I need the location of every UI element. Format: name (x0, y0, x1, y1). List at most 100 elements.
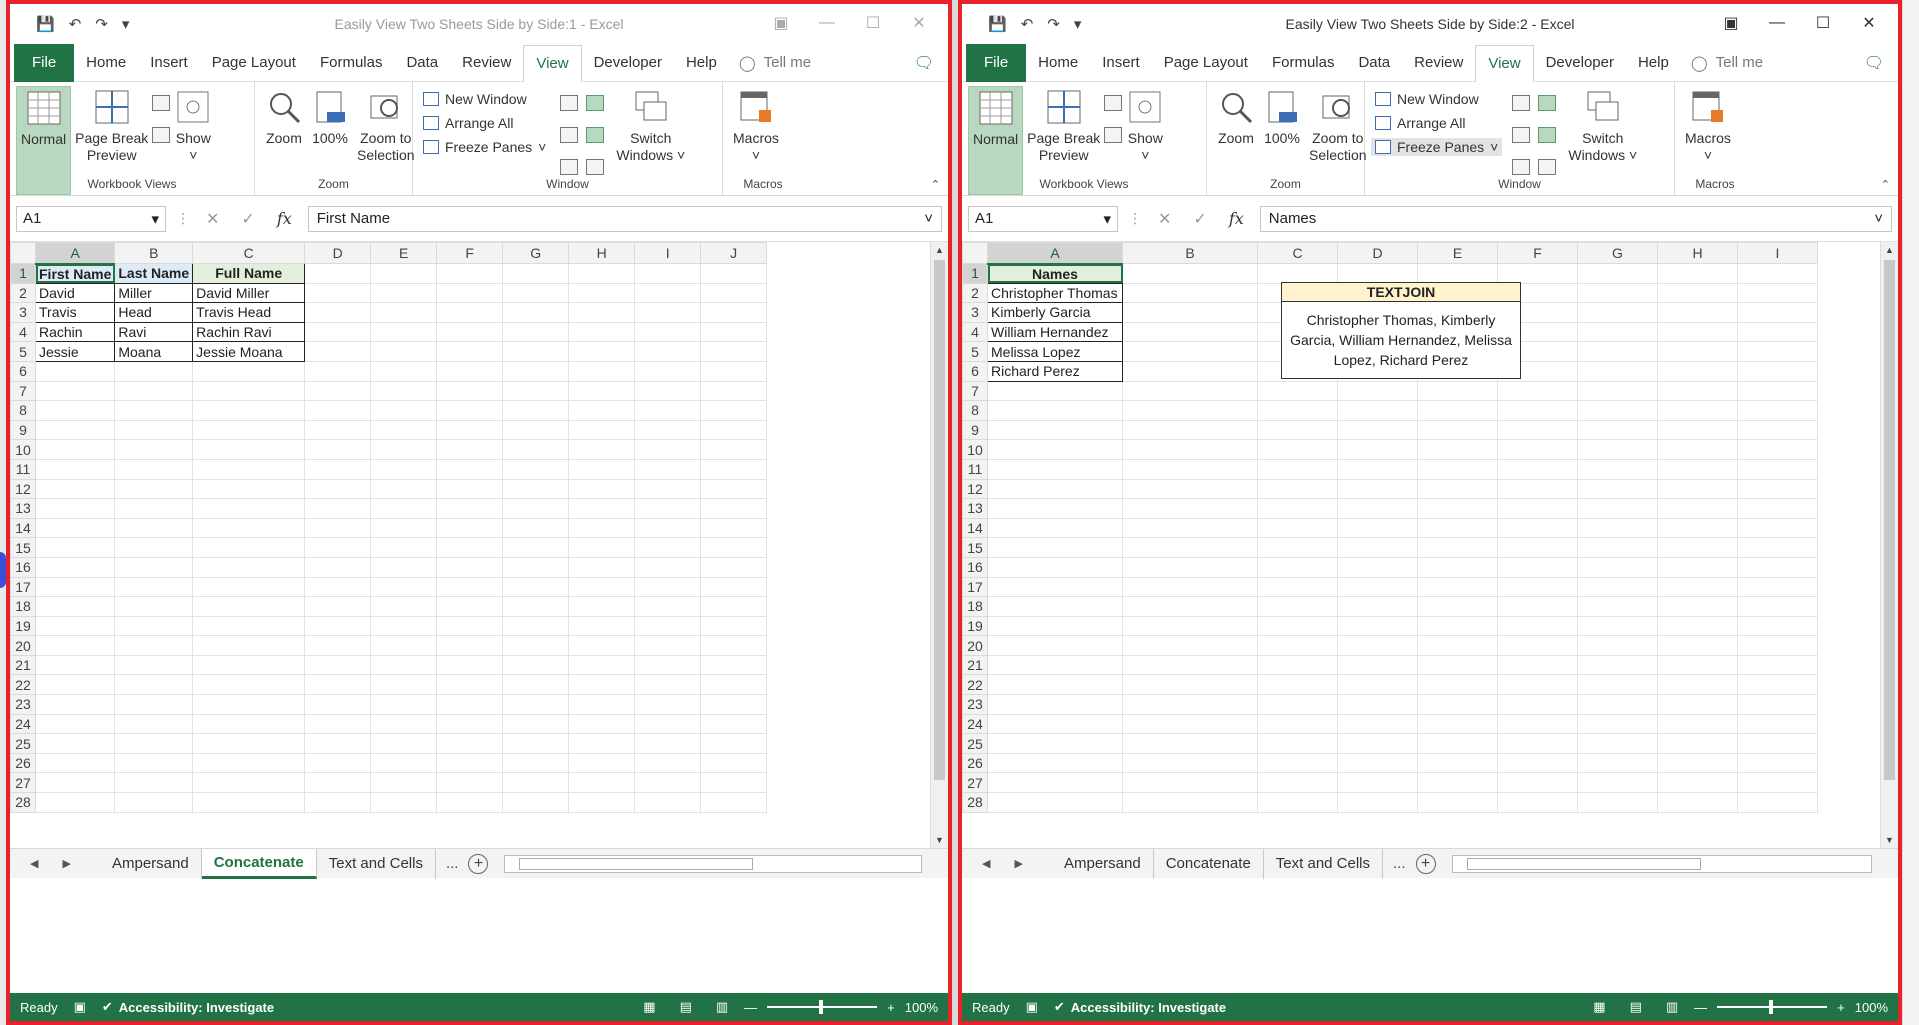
cell[interactable] (1257, 733, 1338, 754)
column-header[interactable]: A (987, 242, 1123, 265)
cell[interactable] (1417, 674, 1498, 696)
cell[interactable] (1497, 380, 1578, 402)
cell[interactable] (370, 360, 438, 382)
cell[interactable] (1737, 654, 1818, 676)
cell[interactable] (987, 792, 1123, 813)
cell[interactable] (436, 694, 504, 715)
name-box[interactable]: A1 ▾ (16, 205, 166, 232)
close-icon[interactable]: ✕ (896, 10, 942, 36)
cell[interactable] (502, 713, 570, 735)
normal-view-icon[interactable]: ▦ (1593, 999, 1605, 1015)
cell[interactable] (502, 596, 570, 617)
cell[interactable] (502, 654, 570, 676)
cell[interactable] (436, 360, 504, 382)
insert-function-icon[interactable]: fx (277, 209, 292, 229)
cell[interactable] (1577, 556, 1658, 578)
cell[interactable] (987, 556, 1123, 578)
cell[interactable] (1417, 792, 1498, 813)
cell[interactable] (700, 400, 768, 421)
cell[interactable] (1737, 752, 1818, 774)
cell[interactable] (1497, 537, 1578, 558)
cell[interactable] (370, 615, 438, 637)
cell[interactable] (1737, 576, 1818, 598)
cell[interactable] (114, 576, 194, 598)
scroll-thumb[interactable] (1884, 260, 1895, 780)
cell[interactable] (502, 439, 570, 460)
cell[interactable] (1122, 556, 1258, 578)
cell[interactable] (304, 400, 372, 421)
row-header[interactable]: 27 (962, 772, 988, 794)
cell[interactable] (114, 792, 194, 813)
cell[interactable] (1657, 360, 1738, 382)
cell[interactable] (1122, 498, 1258, 519)
row-header[interactable]: 9 (10, 419, 36, 441)
cell[interactable] (1337, 537, 1418, 558)
page-break-view-icon[interactable]: ▥ (716, 999, 728, 1015)
cell[interactable] (370, 635, 438, 656)
cell[interactable] (370, 517, 438, 539)
cell[interactable] (634, 537, 702, 558)
cell[interactable] (1122, 302, 1258, 323)
cell[interactable] (502, 263, 570, 284)
zoom-level[interactable]: 100% (905, 1000, 938, 1015)
custom-views-icon[interactable] (152, 127, 171, 143)
cell[interactable] (568, 263, 636, 284)
cell[interactable] (502, 302, 570, 323)
cell[interactable] (634, 478, 702, 500)
cell[interactable] (1417, 556, 1498, 578)
cell[interactable] (1657, 302, 1738, 323)
data-cell[interactable]: Jessie Moana (192, 341, 306, 362)
cell[interactable] (1122, 537, 1258, 558)
cell[interactable] (370, 654, 438, 676)
cell[interactable] (700, 517, 768, 539)
cell[interactable] (502, 752, 570, 774)
cell[interactable] (1257, 576, 1338, 598)
cell[interactable] (192, 733, 306, 754)
cell[interactable] (1577, 380, 1658, 402)
cell[interactable] (304, 733, 372, 754)
cell[interactable] (114, 478, 194, 500)
cell[interactable] (1497, 400, 1578, 421)
row-header[interactable]: 1 (962, 263, 988, 284)
cell[interactable] (1577, 400, 1658, 421)
cell[interactable] (114, 635, 194, 656)
cell[interactable] (114, 752, 194, 774)
column-header[interactable]: G (1577, 242, 1658, 264)
cell[interactable] (502, 321, 570, 343)
cell[interactable] (568, 733, 636, 754)
cell[interactable] (987, 713, 1123, 735)
prev-sheet-icon[interactable]: ◀ (30, 857, 38, 870)
cell[interactable] (634, 694, 702, 715)
data-cell[interactable]: Ravi (114, 321, 194, 343)
formula-input[interactable]: First Name ˅ (307, 205, 942, 232)
ribbon-display-icon[interactable]: ▣ (758, 10, 804, 36)
cell[interactable] (634, 458, 702, 480)
zoom-track[interactable] (767, 1000, 878, 1014)
cell[interactable] (304, 596, 372, 617)
menu-help[interactable]: Help (1626, 44, 1681, 82)
cell[interactable] (1417, 419, 1498, 441)
textjoin-box[interactable]: TEXTJOIN Christopher Thomas, Kimberly Ga… (1281, 282, 1521, 379)
cell[interactable] (1737, 321, 1818, 343)
cell[interactable] (1577, 360, 1658, 382)
cell[interactable] (987, 439, 1123, 460)
cell[interactable] (1497, 576, 1578, 598)
reset-window-position-icon[interactable] (1538, 159, 1557, 175)
cell[interactable] (1257, 713, 1338, 735)
cell[interactable] (568, 360, 636, 382)
row-header[interactable]: 24 (10, 713, 36, 735)
cell[interactable] (568, 752, 636, 774)
row-header[interactable]: 5 (10, 341, 36, 362)
cell[interactable] (192, 360, 306, 382)
cell[interactable] (568, 596, 636, 617)
cell[interactable] (370, 263, 438, 284)
cell[interactable] (34, 792, 116, 813)
cell[interactable] (370, 302, 438, 323)
column-header[interactable]: D (1337, 242, 1418, 264)
cell[interactable] (370, 341, 438, 362)
menu-review[interactable]: Review (450, 44, 523, 82)
cell[interactable] (1577, 713, 1658, 735)
row-header[interactable]: 25 (962, 733, 988, 754)
ribbon-display-icon[interactable]: ▣ (1708, 10, 1754, 36)
cell[interactable] (370, 282, 438, 304)
